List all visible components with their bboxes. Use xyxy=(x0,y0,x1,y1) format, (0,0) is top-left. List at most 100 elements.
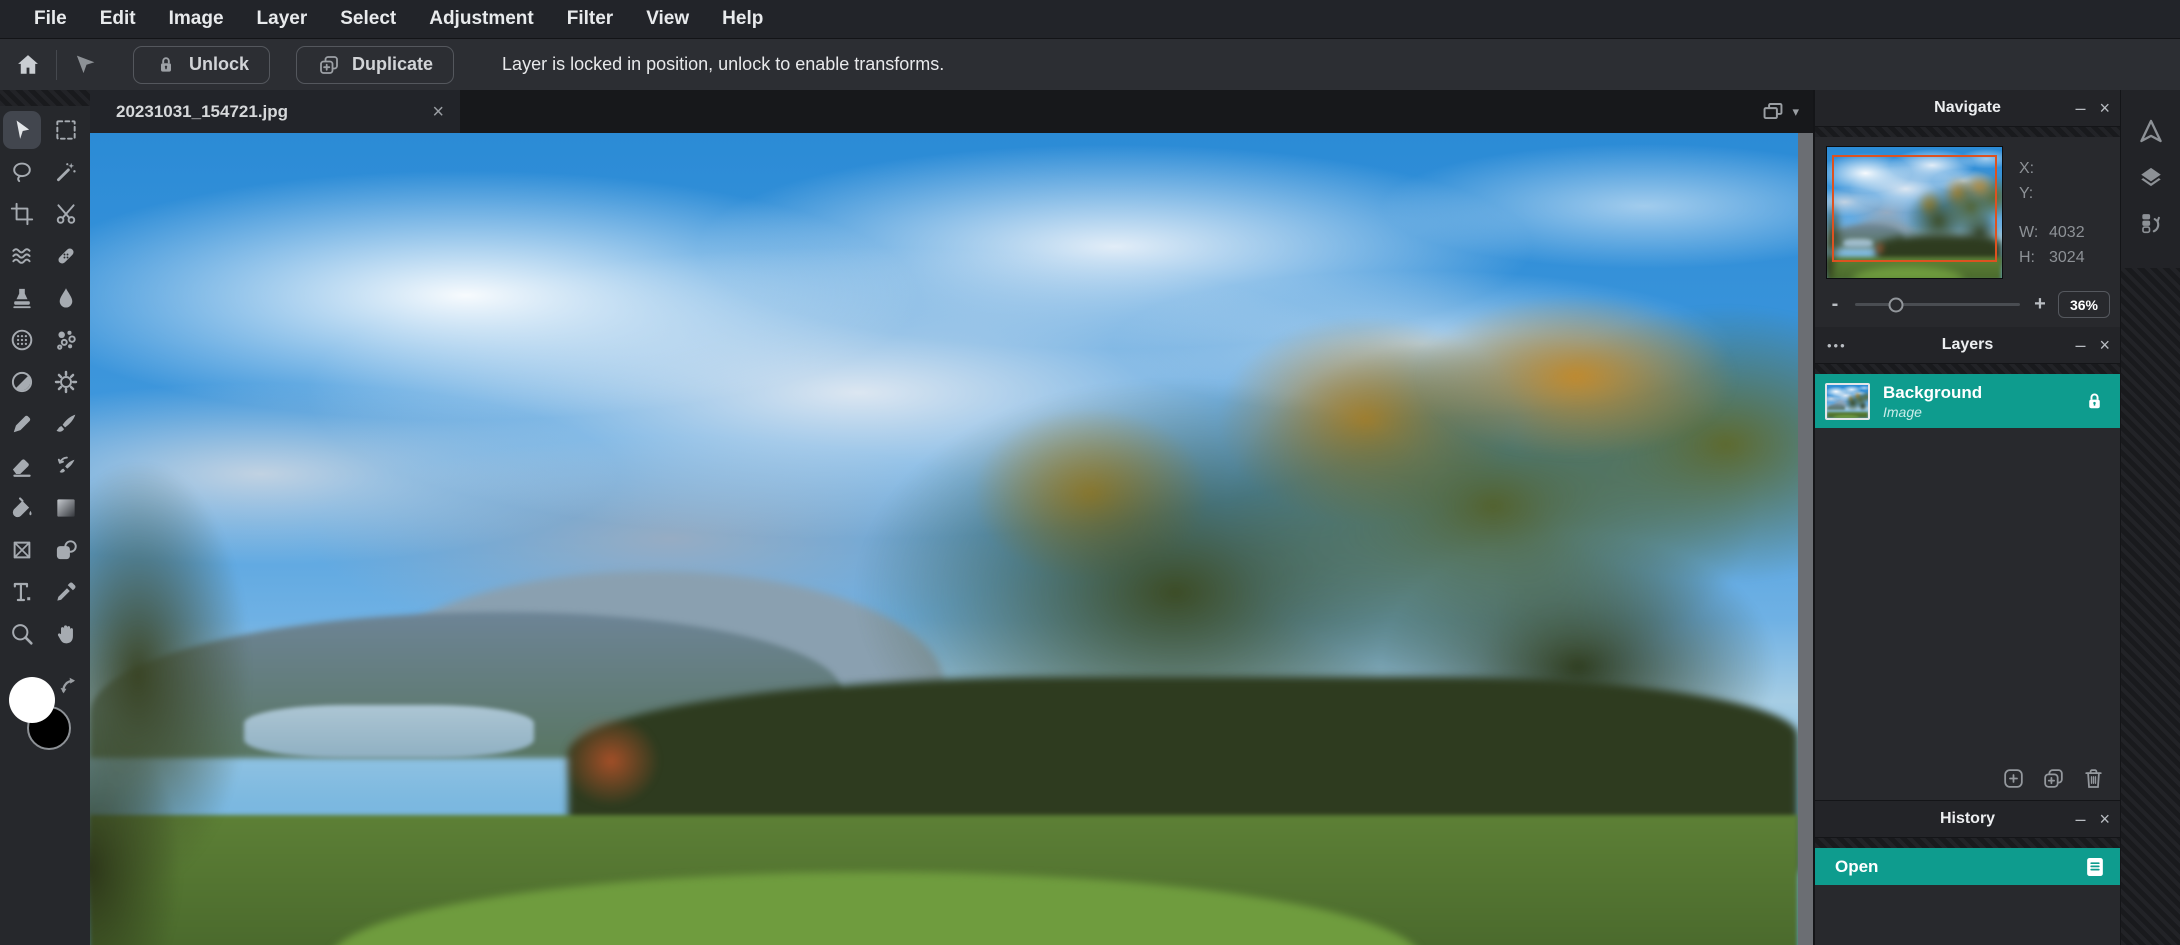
menu-item-adjustment[interactable]: Adjustment xyxy=(429,8,534,30)
menu-item-edit[interactable]: Edit xyxy=(100,8,136,30)
zoom-percent-field[interactable]: 36% xyxy=(2058,291,2110,318)
tool-lasso[interactable] xyxy=(3,153,41,191)
tool-zoom[interactable] xyxy=(3,615,41,653)
blur-tool-icon xyxy=(53,285,79,311)
menu-item-layer[interactable]: Layer xyxy=(257,8,308,30)
scatter-tool-icon xyxy=(53,327,79,353)
history-entry-label: Open xyxy=(1835,857,2083,877)
document-icon xyxy=(2083,855,2107,879)
duplicate-button[interactable]: Duplicate xyxy=(296,46,454,84)
zoom-slider-knob[interactable] xyxy=(1889,297,1904,312)
close-icon[interactable]: × xyxy=(2099,810,2110,828)
clone-stamp-tool-icon xyxy=(9,285,35,311)
tool-sponge[interactable] xyxy=(47,363,85,401)
home-icon xyxy=(14,51,42,79)
window-layout-icon[interactable] xyxy=(1760,99,1786,125)
layers-panel: ••• Layers – × Background Image xyxy=(1815,327,2120,800)
magic-wand-tool-icon xyxy=(53,159,79,185)
rail-stripes xyxy=(0,90,90,106)
tool-transform[interactable] xyxy=(3,531,41,569)
hand-tool-icon xyxy=(53,621,79,647)
layers-panel-title: Layers xyxy=(1815,336,2120,354)
history-panel: History – × Open xyxy=(1815,800,2120,945)
tool-crop[interactable] xyxy=(3,195,41,233)
menu-item-select[interactable]: Select xyxy=(340,8,396,30)
shapes-tool-icon xyxy=(53,537,79,563)
y-label: Y: xyxy=(2019,185,2049,203)
unlock-button[interactable]: Unlock xyxy=(133,46,270,84)
tool-marquee[interactable] xyxy=(47,111,85,149)
top-toolbar: Unlock Duplicate Layer is locked in posi… xyxy=(0,38,2180,90)
add-layer-icon[interactable] xyxy=(2001,766,2026,791)
delete-layer-icon[interactable] xyxy=(2081,766,2106,791)
navigate-thumbnail[interactable] xyxy=(1826,146,2003,279)
layers-panel-icon[interactable] xyxy=(2138,154,2164,200)
tool-type[interactable] xyxy=(3,573,41,611)
history-entry-open[interactable]: Open xyxy=(1815,848,2120,885)
tool-slice[interactable] xyxy=(47,195,85,233)
tool-blur[interactable] xyxy=(47,279,85,317)
tool-paint-bucket[interactable] xyxy=(3,489,41,527)
gradient-tool-icon xyxy=(53,495,79,521)
pen-tool-icon xyxy=(9,411,35,437)
tool-mixer-brush[interactable] xyxy=(47,447,85,485)
swap-colors-icon[interactable] xyxy=(56,673,82,699)
close-icon[interactable]: × xyxy=(2099,99,2110,117)
type-tool-icon xyxy=(9,579,35,605)
height-label: H: xyxy=(2019,249,2049,267)
mixer-brush-tool-icon xyxy=(53,453,79,479)
marquee-tool-icon xyxy=(53,117,79,143)
navigate-panel-icon[interactable] xyxy=(2137,108,2165,154)
menu-item-filter[interactable]: Filter xyxy=(567,8,613,30)
tool-eraser[interactable] xyxy=(3,447,41,485)
tool-healing[interactable] xyxy=(47,237,85,275)
sponge-tool-icon xyxy=(53,369,79,395)
tab-close-icon[interactable]: × xyxy=(432,102,444,122)
menu-item-file[interactable]: File xyxy=(34,8,67,30)
layer-row-background[interactable]: Background Image xyxy=(1815,374,2120,428)
zoom-in-button[interactable]: + xyxy=(2030,293,2050,316)
close-icon[interactable]: × xyxy=(2099,336,2110,354)
tab-document[interactable]: 20231031_154721.jpg × xyxy=(90,90,460,133)
minimize-icon[interactable]: – xyxy=(2075,336,2085,354)
tool-gradient[interactable] xyxy=(47,489,85,527)
status-message: Layer is locked in position, unlock to e… xyxy=(502,54,944,75)
minimize-icon[interactable]: – xyxy=(2075,810,2085,828)
menu-item-image[interactable]: Image xyxy=(169,8,224,30)
tool-eyedropper[interactable] xyxy=(47,573,85,611)
tool-liquify[interactable] xyxy=(3,237,41,275)
x-label: X: xyxy=(2019,160,2049,178)
navigate-viewport-rect[interactable] xyxy=(1832,155,1997,262)
pointer-flag-button[interactable] xyxy=(63,45,107,85)
menu-item-help[interactable]: Help xyxy=(722,8,763,30)
vertical-scrollbar[interactable] xyxy=(1798,133,1813,945)
tool-scatter[interactable] xyxy=(47,321,85,359)
zoom-out-button[interactable]: - xyxy=(1825,293,1845,316)
toolbar-separator xyxy=(56,50,57,80)
layer-lock-icon[interactable] xyxy=(2083,390,2106,413)
tool-hand[interactable] xyxy=(47,615,85,653)
tool-clone-stamp[interactable] xyxy=(3,279,41,317)
foreground-color-swatch[interactable] xyxy=(9,677,55,723)
zoom-slider[interactable] xyxy=(1855,303,2020,306)
layer-thumbnail xyxy=(1825,383,1870,420)
tool-pattern[interactable] xyxy=(3,321,41,359)
dodge-burn-tool-icon xyxy=(9,369,35,395)
tool-move[interactable] xyxy=(3,111,41,149)
history-panel-icon[interactable] xyxy=(2138,200,2164,246)
canvas-viewport[interactable] xyxy=(90,133,1798,945)
menu-item-view[interactable]: View xyxy=(646,8,689,30)
tool-magic-wand[interactable] xyxy=(47,153,85,191)
minimize-icon[interactable]: – xyxy=(2075,99,2085,117)
tool-shapes[interactable] xyxy=(47,531,85,569)
tool-brush[interactable] xyxy=(47,405,85,443)
menubar: File Edit Image Layer Select Adjustment Filter… xyxy=(0,0,2180,38)
duplicate-layer-icon[interactable] xyxy=(2041,766,2066,791)
unlock-label: Unlock xyxy=(189,54,249,75)
lock-icon xyxy=(154,53,178,77)
tool-pen[interactable] xyxy=(3,405,41,443)
home-button[interactable] xyxy=(6,45,50,85)
chevron-down-icon[interactable]: ▾ xyxy=(1792,104,1799,120)
tool-dodge-burn[interactable] xyxy=(3,363,41,401)
tab-bar: 20231031_154721.jpg × ▾ xyxy=(90,90,1813,133)
